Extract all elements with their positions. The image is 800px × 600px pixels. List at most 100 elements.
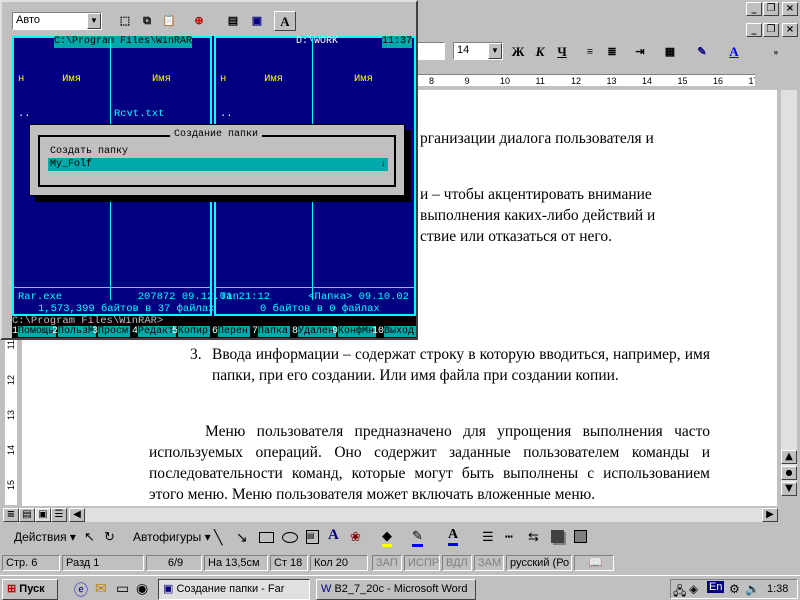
actions-label: Действия	[14, 530, 67, 544]
copy-icon[interactable]: ⧉	[136, 11, 158, 31]
line-icon[interactable]: ╲	[214, 529, 222, 546]
properties-icon[interactable]: ▤	[222, 11, 244, 31]
doc-close-button[interactable]: ×	[782, 23, 798, 37]
border-icon[interactable]: ▦	[659, 42, 681, 62]
italic-button[interactable]: К	[529, 42, 551, 62]
tray-app-icon[interactable]: ◈	[689, 582, 698, 596]
file-item[interactable]: ..	[220, 109, 314, 121]
fullscreen-icon[interactable]: ⊕	[188, 11, 210, 31]
file-item[interactable]: Rcvt.txt	[114, 109, 208, 121]
fkey-label: ПользМ	[58, 326, 97, 337]
font-size-value: 14	[457, 44, 470, 56]
scroll-right-icon[interactable]: ▶	[762, 508, 778, 522]
clipart-icon[interactable]: ❀	[350, 529, 361, 545]
justify-icon[interactable]: ≣	[601, 42, 623, 62]
fkey-4[interactable]: 4Редакт	[132, 326, 177, 338]
tray-app-icon[interactable]: 🖧	[673, 582, 686, 600]
left-files-1[interactable]: ..FormatsDef_US.sfxDefault.sfxdescript.i…	[18, 109, 112, 121]
underline-button[interactable]: Ч	[551, 42, 573, 62]
task-far-button[interactable]: ▣ Создание папки - Far	[158, 579, 310, 600]
fkey-10[interactable]: 10Выход	[372, 326, 416, 338]
font-combo[interactable]: Авто ▼	[12, 12, 102, 30]
language-indicator[interactable]: En	[707, 581, 725, 593]
background-icon[interactable]: ▣	[246, 11, 268, 31]
left-files-2[interactable]: Rcvt.txtReadMe.rusReadMe.txtRegister.frm…	[114, 109, 208, 121]
outlook-icon[interactable]: ✉	[95, 580, 107, 597]
desktop-icon[interactable]: ▭	[116, 580, 129, 597]
bold-button[interactable]: Ж	[507, 42, 529, 62]
right-column-2[interactable]: Имя	[316, 50, 410, 109]
status-ovr[interactable]: ЗАМ	[474, 555, 504, 571]
shadow-icon[interactable]	[551, 530, 564, 543]
indent-icon[interactable]: ⇥	[629, 42, 651, 62]
fkey-7[interactable]: 7Папка	[252, 326, 292, 338]
font-size-combo[interactable]: 14 ▼	[453, 42, 503, 60]
wordart-icon[interactable]: A	[328, 527, 339, 544]
scroll-left-icon[interactable]: ◀	[69, 508, 85, 522]
fkey-6[interactable]: 6Перен	[212, 326, 252, 338]
minimize-button[interactable]: _	[746, 2, 762, 16]
font-name-combo[interactable]	[415, 42, 445, 60]
chevron-down-icon[interactable]: ▼	[488, 43, 502, 59]
vertical-scrollbar[interactable]: ▲ ● ▼	[777, 70, 800, 506]
outline-view-icon[interactable]: ☰	[51, 508, 67, 522]
status-ext[interactable]: ВДЛ	[442, 555, 472, 571]
actions-menu[interactable]: Действия ▾	[14, 530, 76, 544]
fkey-9[interactable]: 9КонфМн	[332, 326, 377, 338]
line-style-icon[interactable]: ☰	[482, 529, 494, 545]
status-rec[interactable]: ЗАП	[372, 555, 402, 571]
rotate-icon[interactable]: ↻	[104, 529, 115, 545]
print-view-icon[interactable]: ▣	[35, 508, 51, 522]
3d-icon[interactable]	[574, 530, 587, 543]
oval-icon[interactable]	[282, 532, 298, 543]
start-button[interactable]: ⊞ Пуск	[2, 579, 58, 600]
doc-minimize-button[interactable]: _	[746, 23, 762, 37]
fkey-1[interactable]: 1Помощь	[12, 326, 57, 338]
doc-restore-button[interactable]: ❐	[763, 23, 779, 37]
next-page-icon[interactable]: ▼	[781, 482, 797, 496]
web-view-icon[interactable]: ▤	[19, 508, 35, 522]
spelling-status-icon[interactable]: 📖	[574, 555, 614, 571]
arrow-style-icon[interactable]: ⇆	[528, 529, 539, 545]
file-item[interactable]: ..	[18, 109, 112, 121]
maximize-button[interactable]: ❐	[763, 2, 779, 16]
task-word-button[interactable]: W B2_7_20c - Microsoft Word	[316, 579, 476, 600]
dash-style-icon[interactable]: ┅	[505, 529, 513, 545]
volume-icon[interactable]: 🔊	[745, 582, 760, 596]
tray-app-icon[interactable]: ⚙	[729, 582, 740, 596]
align-left-icon[interactable]: ≡	[579, 42, 601, 62]
rectangle-icon[interactable]	[259, 532, 274, 543]
channels-icon[interactable]: ◉	[136, 580, 148, 597]
chevron-down-icon[interactable]: ▼	[87, 13, 101, 29]
arrow-icon[interactable]: ↘	[236, 529, 248, 546]
font-icon[interactable]: A	[274, 11, 296, 31]
history-arrow-icon[interactable]: ↓	[381, 158, 386, 171]
close-button[interactable]: ×	[782, 2, 798, 16]
prev-page-icon[interactable]: ▲	[781, 450, 797, 464]
horizontal-scrollbar[interactable]: ≡ ▤ ▣ ☰ ◀ ▶	[0, 506, 800, 524]
paste-icon[interactable]: 📋	[158, 11, 180, 31]
right-files-1[interactable]: ..DenisHomyakTan	[220, 109, 314, 121]
fkey-3[interactable]: 3Просм	[92, 326, 132, 338]
fkey-5[interactable]: 5Копир	[172, 326, 212, 338]
more-buttons-icon[interactable]: »	[765, 42, 787, 62]
ruler-numbers: 8 9 10 11 12 13 14 15 16 17	[429, 76, 755, 86]
mark-icon[interactable]: ⬚	[114, 11, 136, 31]
select-arrow-icon[interactable]: ↖	[84, 529, 95, 545]
ie-icon[interactable]: ⓔ	[74, 580, 88, 600]
folder-name-input[interactable]: My_Folf ↓	[48, 158, 388, 171]
status-trk[interactable]: ИСПР	[404, 555, 440, 571]
fkey-8[interactable]: 8Удален	[292, 326, 337, 338]
fill-color-icon[interactable]: ◆	[382, 528, 392, 547]
textbox-icon[interactable]: ▤	[306, 530, 319, 544]
autoshapes-menu[interactable]: Автофигуры ▾	[133, 530, 211, 544]
line-color-icon[interactable]: ✎	[412, 528, 423, 547]
browse-object-icon[interactable]: ●	[781, 466, 797, 480]
far-console-window: Авто ▼ ⬚ ⧉ 📋 ⊕ ▤ ▣ A C:\Program Files\Win…	[0, 0, 418, 340]
normal-view-icon[interactable]: ≡	[3, 508, 19, 522]
text-color-icon[interactable]: A	[448, 527, 459, 546]
highlight-icon[interactable]: ✎	[691, 42, 713, 62]
font-color-icon[interactable]: A	[723, 42, 745, 62]
fkey-2[interactable]: 2ПользМ	[52, 326, 97, 338]
vruler-number: 15	[6, 480, 16, 491]
